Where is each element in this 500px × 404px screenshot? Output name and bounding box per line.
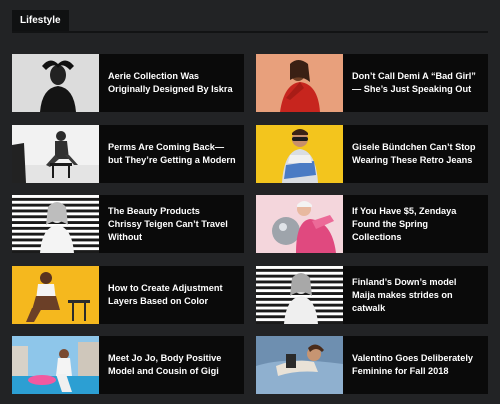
- article-card[interactable]: Finland’s Down’s model Maija makes strid…: [256, 266, 488, 324]
- article-title[interactable]: Finland’s Down’s model Maija makes strid…: [352, 276, 480, 315]
- article-card[interactable]: Don’t Call Demi A “Bad Girl” — She’s Jus…: [256, 54, 488, 112]
- article-thumbnail[interactable]: [256, 195, 343, 253]
- article-title[interactable]: Gisele Bündchen Can’t Stop Wearing These…: [352, 141, 480, 167]
- article-thumbnail[interactable]: [12, 125, 99, 183]
- lifestyle-section: Lifestyle Aerie Collection Was Originall…: [0, 0, 500, 404]
- article-card[interactable]: How to Create Adjustment Layers Based on…: [12, 266, 244, 324]
- article-card[interactable]: Valentino Goes Deliberately Feminine for…: [256, 336, 488, 394]
- article-card[interactable]: Aerie Collection Was Originally Designed…: [12, 54, 244, 112]
- article-title[interactable]: Valentino Goes Deliberately Feminine for…: [352, 352, 480, 378]
- article-thumbnail[interactable]: [12, 54, 99, 112]
- article-title[interactable]: Aerie Collection Was Originally Designed…: [108, 70, 236, 96]
- article-thumbnail[interactable]: [12, 336, 99, 394]
- article-card[interactable]: Perms Are Coming Back—but They’re Gettin…: [12, 125, 244, 183]
- article-title[interactable]: Perms Are Coming Back—but They’re Gettin…: [108, 141, 236, 167]
- article-thumbnail[interactable]: [12, 195, 99, 253]
- article-card[interactable]: Meet Jo Jo, Body Positive Model and Cous…: [12, 336, 244, 394]
- article-title[interactable]: Meet Jo Jo, Body Positive Model and Cous…: [108, 352, 236, 378]
- article-thumbnail[interactable]: [256, 266, 343, 324]
- article-card[interactable]: Gisele Bündchen Can’t Stop Wearing These…: [256, 125, 488, 183]
- article-card[interactable]: The Beauty Products Chrissy Teigen Can’t…: [12, 195, 244, 253]
- article-title[interactable]: Don’t Call Demi A “Bad Girl” — She’s Jus…: [352, 70, 480, 96]
- article-thumbnail[interactable]: [256, 54, 343, 112]
- article-thumbnail[interactable]: [12, 266, 99, 324]
- article-title[interactable]: How to Create Adjustment Layers Based on…: [108, 282, 236, 308]
- article-card[interactable]: If You Have $5, Zendaya Found the Spring…: [256, 195, 488, 253]
- article-thumbnail[interactable]: [256, 336, 343, 394]
- article-title[interactable]: If You Have $5, Zendaya Found the Spring…: [352, 205, 480, 244]
- section-tab-lifestyle[interactable]: Lifestyle: [12, 10, 69, 31]
- section-header: Lifestyle: [12, 10, 488, 33]
- article-title[interactable]: The Beauty Products Chrissy Teigen Can’t…: [108, 205, 236, 244]
- article-thumbnail[interactable]: [256, 125, 343, 183]
